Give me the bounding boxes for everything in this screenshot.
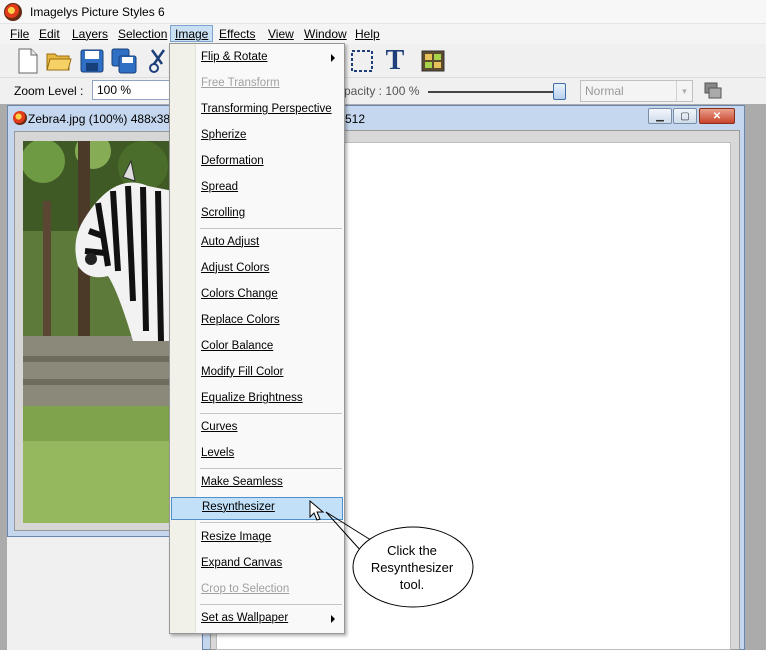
menu-item-equalize-brightness[interactable]: Equalize Brightness [170, 388, 344, 411]
menu-item-curves[interactable]: Curves [170, 417, 344, 440]
menu-item-replace-colors[interactable]: Replace Colors [170, 310, 344, 333]
submenu-arrow-icon [331, 615, 335, 623]
text-tool-button[interactable]: T [381, 47, 409, 75]
menu-separator [200, 468, 342, 469]
chevron-down-icon: ▼ [676, 81, 692, 101]
menu-separator [200, 604, 342, 605]
menu-edit[interactable]: Edit [35, 26, 64, 43]
menu-bar: File Edit Layers Selection Image Effects… [0, 24, 766, 44]
cut-icon [149, 49, 166, 73]
menu-separator [200, 522, 342, 523]
opacity-slider-track[interactable] [428, 91, 562, 93]
menu-view[interactable]: View [264, 26, 298, 43]
save-icon [80, 49, 104, 73]
toolbar: T [0, 44, 766, 78]
callout-line-1: Click the [387, 543, 437, 558]
new-document-icon [18, 48, 38, 74]
menu-effects[interactable]: Effects [215, 26, 259, 43]
blend-mode-select[interactable]: Normal ▼ [580, 80, 693, 102]
open-button[interactable] [45, 47, 73, 75]
callout-line-2: Resynthesizer [370, 560, 454, 575]
menu-separator [200, 228, 342, 229]
app-logo-icon [4, 3, 22, 21]
menu-item-auto-adjust[interactable]: Auto Adjust [170, 232, 344, 255]
callout-text: Click the Resynthesizer tool. [356, 542, 468, 593]
menu-item-make-seamless[interactable]: Make Seamless [170, 472, 344, 495]
menu-item-deformation[interactable]: Deformation [170, 151, 344, 174]
menu-item-expand-canvas[interactable]: Expand Canvas [170, 553, 344, 576]
menu-item-resize-image[interactable]: Resize Image [170, 527, 344, 550]
menu-item-set-as-wallpaper[interactable]: Set as Wallpaper [170, 608, 344, 631]
save-all-button[interactable] [110, 47, 138, 75]
zoom-level-label: Zoom Level : [14, 84, 84, 98]
document-1-title: Zebra4.jpg (100%) 488x38 [28, 112, 171, 126]
submenu-arrow-icon [331, 54, 335, 62]
document-icon [13, 111, 27, 125]
menu-layers[interactable]: Layers [68, 26, 112, 43]
menu-image[interactable]: Image [170, 25, 214, 42]
menu-separator [200, 413, 342, 414]
minimize-button[interactable]: ▁ [648, 108, 672, 124]
layers-panel-button[interactable] [419, 47, 447, 75]
menu-item-scrolling[interactable]: Scrolling [170, 203, 344, 226]
menu-item-adjust-colors[interactable]: Adjust Colors [170, 258, 344, 281]
menu-selection[interactable]: Selection [114, 26, 171, 43]
menu-item-levels[interactable]: Levels [170, 443, 344, 466]
menu-item-transforming-perspective[interactable]: Transforming Perspective [170, 99, 344, 122]
zoom-level-input[interactable] [92, 80, 170, 100]
save-button[interactable] [78, 47, 106, 75]
layer-properties-icon [704, 82, 722, 99]
close-icon: ✕ [712, 110, 722, 122]
open-folder-icon [46, 53, 72, 71]
menu-item-crop-to-selection: Crop to Selection [201, 583, 290, 595]
text-tool-icon: T [385, 45, 405, 76]
menu-item-colors-change[interactable]: Colors Change [170, 284, 344, 307]
layer-properties-button[interactable] [704, 82, 722, 100]
menu-item-free-transform: Free Transform [201, 77, 280, 89]
callout-line-3: tool. [399, 577, 425, 592]
layers-panel-icon [421, 50, 445, 72]
blend-mode-value: Normal [585, 84, 624, 98]
rectangle-selection-button[interactable] [348, 47, 376, 75]
menu-file[interactable]: File [6, 26, 33, 43]
menu-item-flip-rotate[interactable]: Flip & Rotate [170, 47, 344, 70]
cut-button[interactable] [148, 47, 168, 75]
menu-item-modify-fill-color[interactable]: Modify Fill Color [170, 362, 344, 385]
opacity-label: pacity : 100 % [344, 84, 420, 98]
close-button[interactable]: ✕ [699, 108, 735, 124]
document-2-title: 512 [345, 112, 366, 126]
menu-help[interactable]: Help [351, 26, 384, 43]
maximize-icon: ▢ [680, 110, 690, 122]
window-title: Imagelys Picture Styles 6 [30, 5, 165, 19]
minimize-icon: ▁ [656, 110, 664, 122]
new-document-button[interactable] [14, 47, 42, 75]
maximize-button[interactable]: ▢ [673, 108, 697, 124]
zebra-photo[interactable] [23, 141, 173, 523]
opacity-slider-thumb[interactable] [553, 83, 566, 100]
menu-item-color-balance[interactable]: Color Balance [170, 336, 344, 359]
menu-item-spread[interactable]: Spread [170, 177, 344, 200]
menu-item-spherize[interactable]: Spherize [170, 125, 344, 148]
save-all-icon [111, 48, 137, 74]
rectangle-selection-icon [351, 50, 373, 72]
title-bar: Imagelys Picture Styles 6 [0, 0, 766, 24]
menu-window[interactable]: Window [300, 26, 351, 43]
